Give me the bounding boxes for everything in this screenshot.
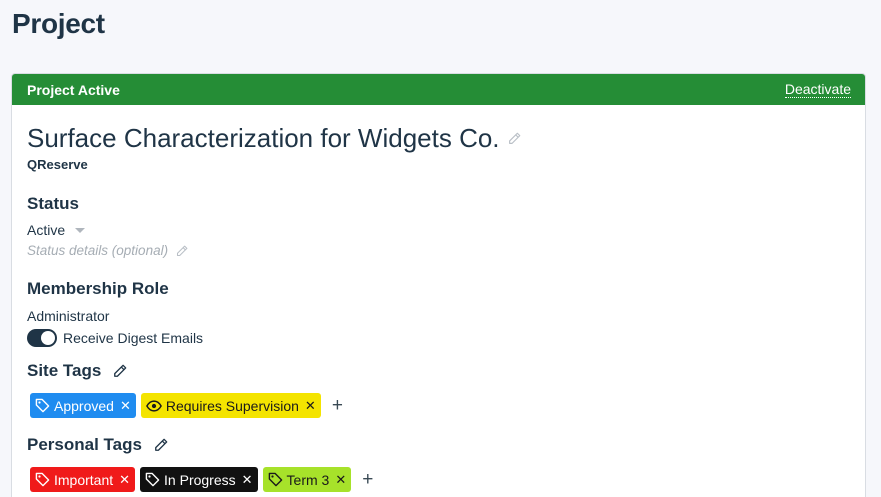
add-site-tag-button[interactable]: + <box>332 395 343 416</box>
status-details-placeholder: Status details (optional) <box>27 243 169 258</box>
add-personal-tag-button[interactable]: + <box>362 469 373 490</box>
deactivate-link[interactable]: Deactivate <box>784 81 851 98</box>
membership-role-heading: Membership Role <box>27 279 169 298</box>
site-tags-list: Approved ✕ Requires Supervision ✕ + <box>30 393 850 418</box>
project-details: Surface Characterization for Widgets Co.… <box>12 105 865 497</box>
tag-label: In Progress <box>164 471 236 488</box>
project-status-banner: Project Active Deactivate <box>12 74 865 105</box>
site-tags-heading-row: Site Tags <box>27 361 850 381</box>
edit-site-tags-pencil-icon[interactable] <box>113 364 127 378</box>
remove-tag-icon[interactable]: ✕ <box>305 398 316 414</box>
status-dropdown[interactable]: Active <box>27 222 850 238</box>
tag-in-progress: In Progress ✕ <box>140 467 258 492</box>
project-status-label: Project Active <box>27 81 120 98</box>
tag-approved: Approved ✕ <box>30 393 136 418</box>
membership-role-value: Administrator <box>27 308 110 324</box>
tag-important: Important ✕ <box>30 467 136 492</box>
tag-requires-supervision: Requires Supervision ✕ <box>140 393 321 418</box>
status-heading: Status <box>27 194 79 213</box>
status-details-field[interactable]: Status details (optional) <box>27 243 850 258</box>
organization-name: QReserve <box>27 157 88 172</box>
tag-label: Requires Supervision <box>165 397 299 414</box>
personal-tags-heading: Personal Tags <box>27 435 142 454</box>
project-name: Surface Characterization for Widgets Co. <box>27 122 500 153</box>
site-tags-heading: Site Tags <box>27 361 102 380</box>
remove-tag-icon[interactable]: ✕ <box>120 398 131 414</box>
edit-details-pencil-icon[interactable] <box>176 245 188 257</box>
tag-label: Approved <box>54 397 114 414</box>
toggle-knob <box>41 331 55 345</box>
digest-email-label: Receive Digest Emails <box>63 330 204 346</box>
tag-icon <box>35 398 50 413</box>
edit-name-pencil-icon[interactable] <box>508 132 521 145</box>
tag-term-3: Term 3 ✕ <box>262 467 352 492</box>
project-card: Project Active Deactivate Surface Charac… <box>11 73 866 497</box>
tag-label: Term 3 <box>286 471 330 488</box>
eye-icon <box>145 399 162 413</box>
remove-tag-icon[interactable]: ✕ <box>335 472 346 488</box>
remove-tag-icon[interactable]: ✕ <box>119 472 130 488</box>
tag-label: Important <box>54 471 114 488</box>
project-name-row: Surface Characterization for Widgets Co. <box>27 121 850 155</box>
edit-personal-tags-pencil-icon[interactable] <box>154 438 168 452</box>
page-title: Project <box>12 8 105 39</box>
tag-icon <box>35 472 50 487</box>
personal-tags-list: Important ✕ In Progress ✕ Term 3 ✕ + <box>30 467 850 492</box>
remove-tag-icon[interactable]: ✕ <box>242 472 253 488</box>
tag-icon <box>145 472 160 487</box>
tag-icon <box>268 472 283 487</box>
digest-email-toggle[interactable] <box>27 329 57 347</box>
personal-tags-heading-row: Personal Tags <box>27 435 850 455</box>
caret-down-icon <box>75 227 86 233</box>
digest-email-toggle-row: Receive Digest Emails <box>27 329 850 347</box>
status-value: Active <box>27 222 66 238</box>
